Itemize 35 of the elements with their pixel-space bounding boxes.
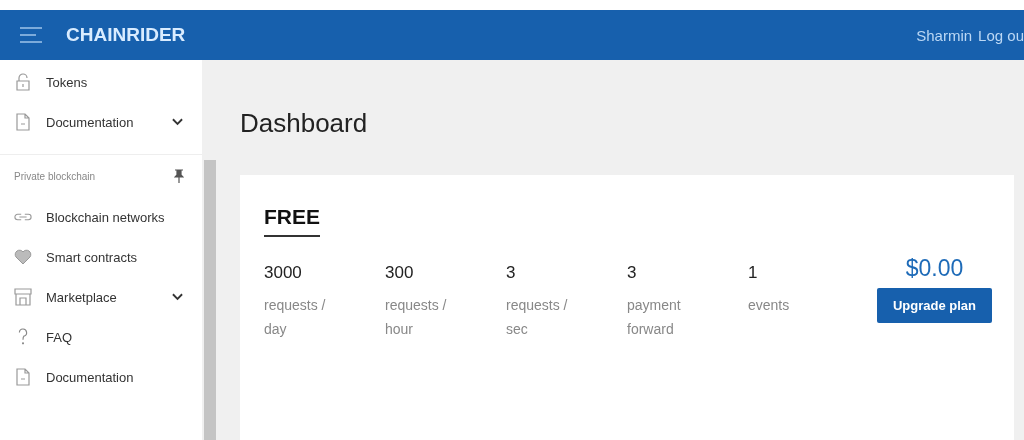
page-title: Dashboard xyxy=(240,108,369,139)
sidebar-item[interactable]: Documentation xyxy=(0,357,202,397)
plan-name: FREE xyxy=(264,205,320,237)
sidebar-item[interactable]: Tokens xyxy=(0,62,202,102)
stat-label: requests / day xyxy=(264,296,327,339)
document-icon xyxy=(14,113,32,131)
stat-label: requests / sec xyxy=(506,296,569,339)
upgrade-button[interactable]: Upgrade plan xyxy=(876,288,992,323)
sidebar-item[interactable]: Blockchain networks xyxy=(0,197,202,237)
stat-value: 3000 xyxy=(264,263,303,283)
heart-icon xyxy=(14,248,32,266)
stat-value: 3 xyxy=(627,263,638,283)
chevron-icon xyxy=(172,118,183,126)
sidebar-item[interactable]: Documentation xyxy=(0,102,202,142)
document-icon xyxy=(14,368,32,386)
stat-label: events xyxy=(748,296,791,315)
app-logo[interactable]: CHAINRIDER xyxy=(66,24,186,46)
user-link[interactable]: Sharmin xyxy=(916,26,973,44)
plan-price: $0.00 xyxy=(905,255,964,282)
stat-value: 3 xyxy=(506,263,517,283)
sidebar-item[interactable]: Marketplace xyxy=(0,277,202,317)
stat-label: requests / hour xyxy=(385,296,448,339)
stat-value: 1 xyxy=(748,263,759,283)
store-icon xyxy=(14,288,32,306)
sidebar-item[interactable]: FAQ xyxy=(0,317,202,357)
stat-value: 300 xyxy=(385,263,415,283)
logout-link[interactable]: Log ou xyxy=(978,26,1024,44)
menu-icon[interactable] xyxy=(20,27,42,43)
section-title: Private blockchain xyxy=(14,170,96,182)
pin-icon[interactable] xyxy=(174,169,184,183)
chevron-icon xyxy=(172,293,183,301)
lock-icon xyxy=(14,73,32,91)
sidebar-item[interactable]: Smart contracts xyxy=(0,237,202,277)
scrollbar[interactable] xyxy=(202,60,218,440)
stat-label: payment forward xyxy=(627,296,682,339)
